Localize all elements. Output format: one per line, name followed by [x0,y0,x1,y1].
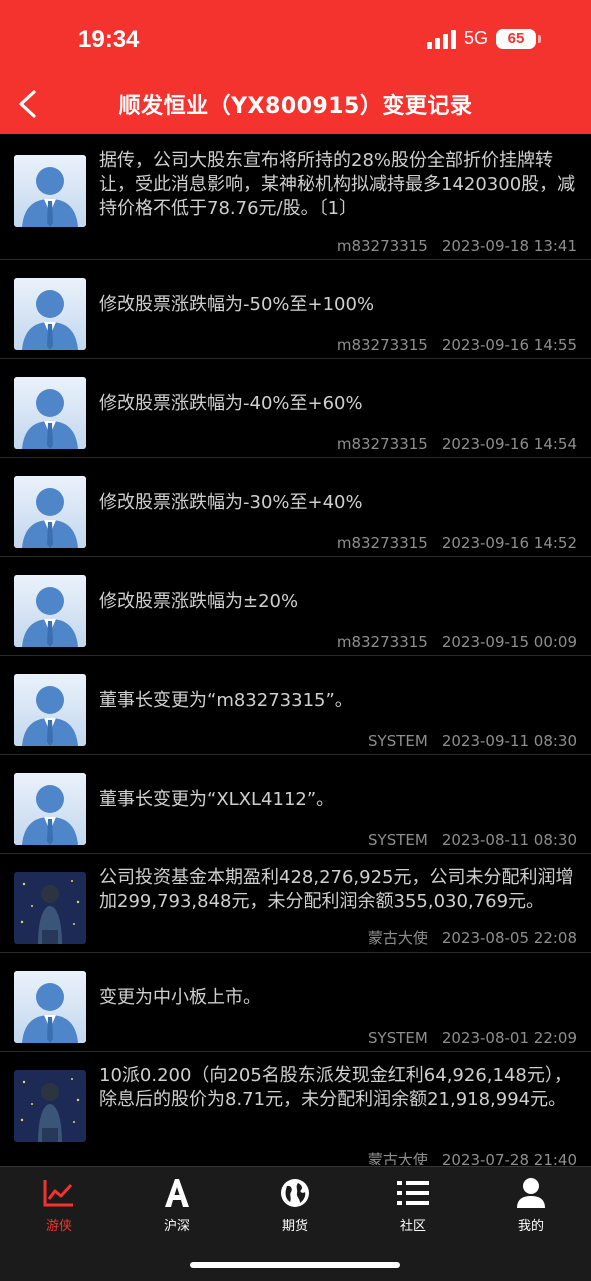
avatar[interactable] [14,674,86,746]
record-time: 2023-09-15 00:09 [441,633,577,651]
record-item[interactable]: 董事长变更为“XLXL4112”。 SYSTEM 2023-08-11 08:30 [0,755,591,854]
avatar[interactable] [14,575,86,647]
record-item[interactable]: 修改股票涨跌幅为-40%至+60% m83273315 2023-09-16 14:… [0,359,591,458]
home-indicator [190,1262,400,1268]
avatar[interactable] [14,476,86,548]
record-item[interactable]: 修改股票涨跌幅为±20% m83273315 2023-09-15 00:09 [0,557,591,656]
nav-tab-1[interactable]: 沪深 [137,1175,217,1234]
avatar[interactable] [14,872,86,944]
record-text: 10派0.200（向205名股东派发现金红利64,926,148元），除息后的股… [99,1065,572,1110]
record-meta: SYSTEM 2023-09-11 08:30 [368,732,577,750]
record-time: 2023-08-01 22:09 [441,1029,577,1047]
record-user[interactable]: m83273315 [337,534,428,552]
record-item[interactable]: 董事长变更为“m83273315”。 SYSTEM 2023-09-11 08:30 [0,656,591,755]
record-user[interactable]: 蒙古大使 [368,1151,428,1165]
record-meta: 蒙古大使 2023-07-28 21:40 [368,1149,577,1165]
avatar[interactable] [14,971,86,1043]
record-text: 董事长变更为“XLXL4112”。 [99,789,335,810]
record-time: 2023-09-16 14:52 [441,534,577,552]
user-icon [491,1175,571,1211]
battery-tip [538,34,541,43]
nav-tab-label: 社区 [399,1219,426,1234]
record-item[interactable]: 修改股票涨跌幅为-50%至+100% m83273315 2023-09-16 14… [0,260,591,359]
record-user[interactable]: m83273315 [337,336,428,354]
record-time: 2023-07-28 21:40 [441,1151,577,1165]
avatar[interactable] [14,773,86,845]
record-item[interactable]: 变更为中小板上市。 SYSTEM 2023-08-01 22:09 [0,953,591,1052]
record-text: 修改股票涨跌幅为-30%至+40% [99,492,363,513]
record-meta: m83273315 2023-09-16 14:54 [337,435,577,453]
record-time: 2023-09-18 13:41 [441,237,577,255]
record-user[interactable]: m83273315 [337,633,428,651]
nav-tab-2[interactable]: 期货 [255,1175,335,1234]
record-text: 据传，公司大股东宣布将所持的28%股份全部折价挂牌转让，受此消息影响，某神秘机构… [99,150,576,219]
record-text: 董事长变更为“m83273315”。 [99,690,353,711]
record-meta: 蒙古大使 2023-08-05 22:08 [368,927,577,948]
record-user[interactable]: 蒙古大使 [368,929,428,947]
avatar[interactable] [14,377,86,449]
top-bar: 19:34 5G 65 顺发恒业（YX800915）变更记录 [0,0,591,134]
record-user[interactable]: SYSTEM [368,732,428,750]
record-text: 修改股票涨跌幅为±20% [99,591,299,612]
record-meta: SYSTEM 2023-08-01 22:09 [368,1029,577,1047]
record-user[interactable]: SYSTEM [368,831,428,849]
status-time: 19:34 [78,26,140,53]
record-time: 2023-09-11 08:30 [441,732,577,750]
record-time: 2023-08-05 22:08 [441,929,577,947]
globe-icon [255,1175,335,1211]
chart-icon [19,1175,99,1211]
nav-tab-3[interactable]: 社区 [373,1175,453,1234]
signal-icon [426,29,456,49]
record-text: 修改股票涨跌幅为-40%至+60% [99,393,363,414]
record-user[interactable]: SYSTEM [368,1029,428,1047]
network-label: 5G [463,28,488,48]
record-meta: m83273315 2023-09-18 13:41 [337,237,577,255]
avatar[interactable] [14,1070,86,1142]
record-time: 2023-09-16 14:55 [441,336,577,354]
record-meta: m83273315 2023-09-16 14:52 [337,534,577,552]
battery-icon: 65 [496,28,536,49]
record-user[interactable]: m83273315 [337,237,428,255]
record-user[interactable]: m83273315 [337,435,428,453]
avatar[interactable] [14,278,86,350]
record-text: 变更为中小板上市。 [99,987,261,1008]
record-meta: m83273315 2023-09-15 00:09 [337,633,577,651]
record-text: 公司投资基金本期盈利428,276,925元，公司未分配利润增加299,793,… [99,867,574,912]
page-title: 顺发恒业（YX800915）变更记录 [118,94,473,119]
nav-tab-label: 游侠 [45,1219,72,1234]
record-time: 2023-08-11 08:30 [441,831,577,849]
record-item[interactable]: 10派0.200（向205名股东派发现金红利64,926,148元），除息后的股… [0,1052,591,1165]
list-icon [373,1175,453,1211]
record-meta: m83273315 2023-09-16 14:55 [337,336,577,354]
record-item[interactable]: 修改股票涨跌幅为-30%至+40% m83273315 2023-09-16 14:… [0,458,591,557]
nav-tab-4[interactable]: 我的 [491,1175,571,1234]
record-meta: SYSTEM 2023-08-11 08:30 [368,831,577,849]
record-time: 2023-09-16 14:54 [441,435,577,453]
change-record-list[interactable]: 据传，公司大股东宣布将所持的28%股份全部折价挂牌转让，受此消息影响，某神秘机构… [0,137,591,1165]
record-text: 修改股票涨跌幅为-50%至+100% [99,294,375,315]
status-indicators: 5G 65 [426,28,541,49]
record-item[interactable]: 据传，公司大股东宣布将所持的28%股份全部折价挂牌转让，受此消息影响，某神秘机构… [0,137,591,260]
avatar[interactable] [14,155,86,227]
nav-tab-label: 我的 [517,1219,544,1234]
nav-tab-label: 期货 [281,1219,308,1234]
letter-a-icon [137,1175,217,1211]
nav-tab-label: 沪深 [163,1219,190,1234]
record-item[interactable]: 公司投资基金本期盈利428,276,925元，公司未分配利润增加299,793,… [0,854,591,953]
nav-tab-0[interactable]: 游侠 [19,1175,99,1234]
